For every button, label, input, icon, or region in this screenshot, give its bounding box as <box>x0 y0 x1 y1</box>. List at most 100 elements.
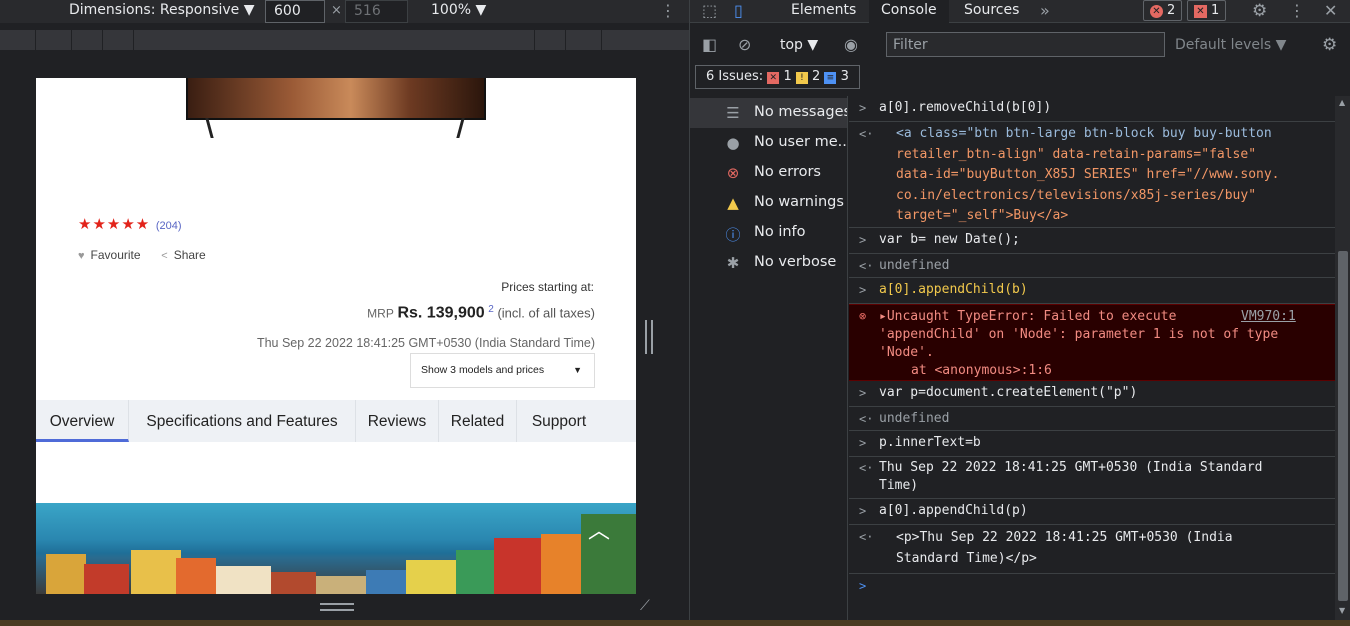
scroll-up-icon[interactable]: ▲ <box>1339 98 1345 107</box>
console-error-entry[interactable]: ⊗ ▸Uncaught TypeError: Failed to execute… <box>849 304 1335 381</box>
favourite-button[interactable]: Favourite <box>91 248 141 262</box>
console-result-entry[interactable]: <· <p>Thu Sep 22 2022 18:41:25 GMT+0530 … <box>849 525 1335 574</box>
tab-specifications[interactable]: Specifications and Features <box>129 400 356 442</box>
ruler-segment[interactable] <box>535 30 566 50</box>
result-line: retailer_btn-align" data-retain-params="… <box>896 146 1257 162</box>
tv-leg <box>453 118 465 138</box>
page-preview: ★★★★★ (204) ♥ Favourite < Share Prices sta… <box>36 78 636 594</box>
sidebar-label: No verbose <box>754 254 837 270</box>
scroll-to-top-icon[interactable]: ︿ <box>581 513 617 543</box>
error-icon: ✕ <box>1150 5 1163 18</box>
media-query-ruler <box>0 30 689 50</box>
ruler-segment[interactable] <box>103 30 134 50</box>
sidebar-item-info[interactable]: ⓘ No info <box>690 218 847 248</box>
input-chevron-icon: > <box>859 504 867 518</box>
console-toolbar: ◧ ⊘ top ▼ ◉ Filter Default levels ▼ ⚙ <box>690 30 1350 60</box>
sidebar-item-errors[interactable]: ⊗ No errors <box>690 158 847 188</box>
tab-sources[interactable]: Sources <box>964 2 1019 18</box>
price-line: MRP Rs. 139,900 2 (incl. of all taxes) <box>367 304 595 322</box>
close-icon[interactable]: ✕ <box>1324 1 1337 20</box>
filter-input[interactable]: Filter <box>886 32 1165 57</box>
console-result-entry[interactable]: <· undefined <box>849 254 1335 278</box>
price-footnote[interactable]: 2 <box>488 304 494 315</box>
console-input-entry[interactable]: > a[0].appendChild(p) <box>849 499 1335 525</box>
coastal-village-image <box>36 503 636 594</box>
console-settings-gear-icon[interactable]: ⚙ <box>1322 35 1337 55</box>
tab-reviews[interactable]: Reviews <box>356 400 439 442</box>
console-input-text: var p=document.createElement("p") <box>879 385 1138 400</box>
times-label: × <box>331 3 342 18</box>
tab-overview[interactable]: Overview <box>36 400 129 442</box>
sidebar-item-warnings[interactable]: ▲ No warnings <box>690 188 847 218</box>
device-toolbar-icon[interactable]: ▯ <box>734 1 743 20</box>
expand-triangle-icon[interactable]: ▸ <box>879 309 887 324</box>
more-options-icon[interactable]: ⋮ <box>1289 1 1305 20</box>
console-result-text: undefined <box>879 258 950 273</box>
sidebar-toggle-icon[interactable]: ◧ <box>702 35 717 54</box>
ruler-segment[interactable] <box>72 30 103 50</box>
show-models-button[interactable]: Show 3 models and prices ▼ <box>410 353 595 388</box>
sidebar-item-messages[interactable]: ☰ No messages <box>690 98 847 128</box>
ruler-segment[interactable] <box>134 30 535 50</box>
scroll-down-icon[interactable]: ▼ <box>1339 606 1345 615</box>
issue-count-badge[interactable]: ✕ 1 <box>1187 0 1227 21</box>
console-scrollbar[interactable]: ▲ ▼ <box>1335 96 1350 620</box>
result-arrow-icon: <· <box>859 530 874 544</box>
log-levels-dropdown[interactable]: Default levels ▼ <box>1175 37 1286 53</box>
heart-icon[interactable]: ♥ <box>78 250 85 262</box>
tab-console[interactable]: Console <box>869 0 949 23</box>
result-line: Standard Time)</p> <box>896 551 1037 566</box>
bottom-resize-handle[interactable] <box>320 603 354 611</box>
source-link[interactable]: VM970:1 <box>1241 308 1296 326</box>
console-input-text: a[0].removeChild(b[0]) <box>879 100 1052 115</box>
console-result-entry[interactable]: <· Thu Sep 22 2022 18:41:25 GMT+0530 (In… <box>849 457 1335 499</box>
console-input-entry[interactable]: > var p=document.createElement("p") <box>849 381 1335 407</box>
console-input-entry[interactable]: > var b= new Date(); <box>849 228 1335 254</box>
share-icon[interactable]: < <box>161 250 167 262</box>
console-prompt[interactable]: > <box>849 574 1335 600</box>
tab-related[interactable]: Related <box>439 400 517 442</box>
input-chevron-icon: > <box>859 436 867 450</box>
info-icon: ≡ <box>824 72 837 84</box>
issues-button[interactable]: 6 Issues: ✕ 1 ! 2 ≡ 3 <box>695 65 860 89</box>
issues-errors: 1 <box>783 69 792 84</box>
sidebar-label: No info <box>754 224 806 240</box>
tab-support[interactable]: Support <box>517 400 601 442</box>
sidebar-item-verbose[interactable]: ✱ No verbose <box>690 248 847 278</box>
sidebar-item-user-messages[interactable]: ● No user me... <box>690 128 847 158</box>
live-expression-eye-icon[interactable]: ◉ <box>844 35 858 54</box>
console-result-entry[interactable]: <· <a class="btn btn-large btn-block buy… <box>849 122 1335 228</box>
ruler-segment[interactable] <box>0 30 36 50</box>
console-result-entry[interactable]: <· undefined <box>849 407 1335 431</box>
mrp-label: MRP <box>367 306 394 321</box>
console-input-entry[interactable]: > a[0].appendChild(b) <box>849 278 1335 304</box>
share-button[interactable]: Share <box>174 248 206 262</box>
result-line: target="_self">Buy</a> <box>896 208 1069 223</box>
width-input[interactable]: 600 <box>265 0 325 23</box>
settings-gear-icon[interactable]: ⚙ <box>1252 1 1267 21</box>
more-options-icon[interactable]: ⋮ <box>660 1 676 20</box>
right-resize-handle[interactable] <box>645 320 653 354</box>
clear-console-icon[interactable]: ⊘ <box>738 35 751 54</box>
issue-icon: ✕ <box>1194 5 1207 18</box>
console-input-entry[interactable]: > p.innerText=b <box>849 431 1335 457</box>
zoom-dropdown[interactable]: 100% ▼ <box>431 2 486 18</box>
more-tabs-icon[interactable]: » <box>1040 1 1050 20</box>
scrollbar-thumb[interactable] <box>1338 251 1348 601</box>
review-count-link[interactable]: (204) <box>156 220 182 232</box>
dimensions-dropdown[interactable]: Dimensions: Responsive ▼ <box>69 2 255 18</box>
ruler-segment[interactable] <box>36 30 72 50</box>
prompt-chevron-icon: > <box>859 579 867 593</box>
result-arrow-icon: <· <box>859 461 874 475</box>
inspect-element-icon[interactable]: ⬚ <box>702 1 717 20</box>
error-count-badge[interactable]: ✕ 2 <box>1143 0 1183 21</box>
tab-elements[interactable]: Elements <box>791 2 856 18</box>
ruler-segment[interactable] <box>566 30 602 50</box>
warning-icon: ▲ <box>727 194 739 212</box>
height-input[interactable]: 516 <box>345 0 408 23</box>
result-line: Thu Sep 22 2022 18:41:25 GMT+0530 (India… <box>879 460 1263 475</box>
console-input-entry[interactable]: > a[0].removeChild(b[0]) <box>849 96 1335 122</box>
issue-count: 1 <box>1211 3 1220 18</box>
context-selector[interactable]: top ▼ <box>780 37 818 53</box>
corner-resize-icon[interactable]: ⟋ <box>640 598 656 614</box>
